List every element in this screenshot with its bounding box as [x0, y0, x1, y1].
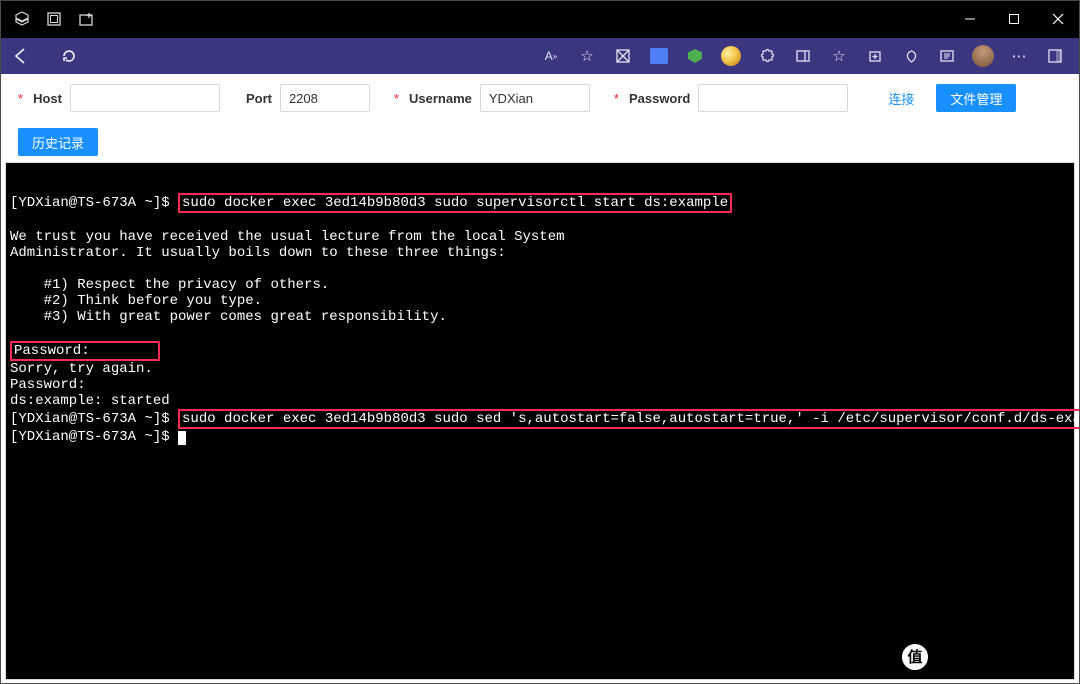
terminal[interactable]: [YDXian@TS-673A ~]$ sudo docker exec 3ed…: [5, 162, 1075, 680]
more-menu-icon[interactable]: ⋯: [1002, 41, 1036, 71]
minimize-button[interactable]: [948, 0, 992, 38]
tab-view-icon[interactable]: [38, 0, 70, 38]
terminal-output: We trust you have received the usual lec…: [10, 229, 1070, 245]
password-prompt-highlight: Password:: [10, 341, 160, 361]
close-button[interactable]: [1036, 0, 1080, 38]
profile-avatar[interactable]: [966, 41, 1000, 71]
extensions-puzzle-icon[interactable]: [750, 41, 784, 71]
terminal-output: ds:example: started: [10, 393, 1070, 409]
port-input[interactable]: [280, 84, 370, 112]
refresh-button[interactable]: [56, 43, 82, 69]
prompt: [YDXian@TS-673A ~]$: [10, 429, 178, 445]
new-tab-icon[interactable]: [70, 0, 102, 38]
username-input[interactable]: [480, 84, 590, 112]
username-label: Username: [409, 91, 472, 106]
sub-toolbar: 历史记录: [0, 122, 1080, 162]
connection-form: *Host Port *Username *Password 连接 文件管理: [0, 74, 1080, 122]
watermark-text: 什么值得买: [938, 639, 1068, 674]
performance-icon[interactable]: [894, 41, 928, 71]
back-button[interactable]: [8, 43, 34, 69]
terminal-output: #1) Respect the privacy of others.: [10, 277, 1070, 293]
prompt: [YDXian@TS-673A ~]$: [10, 411, 178, 427]
terminal-output: Administrator. It usually boils down to …: [10, 245, 1070, 261]
favorite-star-icon[interactable]: ☆: [570, 41, 604, 71]
reader-icon[interactable]: [930, 41, 964, 71]
terminal-output: #3) With great power comes great respons…: [10, 309, 1070, 325]
watermark-badge: 值: [900, 642, 930, 672]
address-bar[interactable]: [84, 44, 434, 68]
file-manager-button[interactable]: 文件管理: [936, 84, 1016, 112]
read-aloud-icon[interactable]: A»: [534, 41, 568, 71]
panel-icon[interactable]: [786, 41, 820, 71]
host-input[interactable]: [70, 84, 220, 112]
collections-icon[interactable]: [858, 41, 892, 71]
window-titlebar: [0, 0, 1080, 38]
password-input[interactable]: [698, 84, 848, 112]
extension-icon-2[interactable]: [642, 41, 676, 71]
watermark: 值 什么值得买: [900, 639, 1068, 674]
connect-button[interactable]: 连接: [874, 84, 928, 112]
password-label: Password: [629, 91, 690, 106]
host-label: Host: [33, 91, 62, 106]
cursor-icon: [178, 431, 186, 445]
sidebar-toggle-icon[interactable]: [1038, 41, 1072, 71]
browser-toolbar: A» ☆ ☆ ⋯: [0, 38, 1080, 74]
terminal-output: #2) Think before you type.: [10, 293, 1070, 309]
norton-icon[interactable]: [714, 41, 748, 71]
browser-logo-icon: [6, 0, 38, 38]
command-highlight-1: sudo docker exec 3ed14b9b80d3 sudo super…: [178, 193, 732, 213]
shield-icon[interactable]: [678, 41, 712, 71]
favorites-icon[interactable]: ☆: [822, 41, 856, 71]
extension-icon-1[interactable]: [606, 41, 640, 71]
port-label: Port: [246, 91, 272, 106]
maximize-button[interactable]: [992, 0, 1036, 38]
prompt: [YDXian@TS-673A ~]$: [10, 195, 178, 211]
history-button[interactable]: 历史记录: [18, 128, 98, 156]
terminal-output: Password:: [10, 377, 1070, 393]
command-highlight-2: sudo docker exec 3ed14b9b80d3 sudo sed '…: [178, 409, 1080, 429]
terminal-output: Sorry, try again.: [10, 361, 1070, 377]
